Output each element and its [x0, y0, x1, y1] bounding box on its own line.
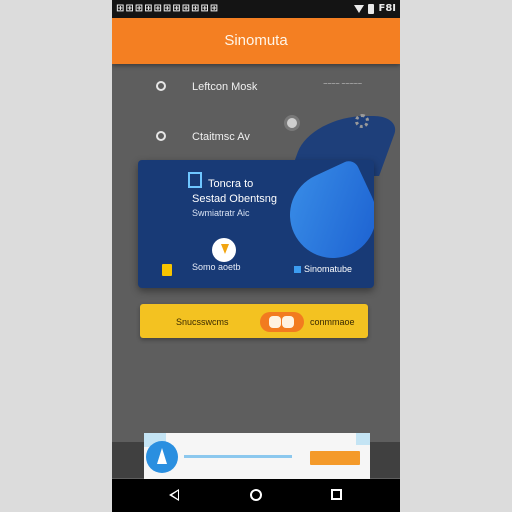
recents-icon[interactable] — [331, 489, 342, 500]
card-footer-label[interactable]: Sinomatube — [304, 264, 352, 274]
toggle-left-label: Snucsswcms — [176, 317, 229, 327]
card-title: Toncra to — [208, 178, 254, 190]
battery-icon — [368, 3, 375, 14]
lightning-icon — [221, 244, 229, 254]
app-bar: Sinomuta — [112, 18, 400, 64]
phone-screen: ⊞⊞⊞⊞⊞⊞⊞⊞⊞⊞⊞ F8I Sinomuta Leftcon Mosk ~~… — [112, 0, 400, 512]
status-icons: F8I — [354, 3, 396, 14]
ad-text-line — [184, 455, 292, 458]
list-item-1-label: Leftcon Mosk — [192, 81, 258, 93]
eye-icon — [156, 131, 166, 141]
card-action-label[interactable]: Somo aoetb — [192, 262, 241, 272]
status-bar: ⊞⊞⊞⊞⊞⊞⊞⊞⊞⊞⊞ F8I — [112, 0, 400, 18]
list-item-2-label: Ctaitmsc Av — [192, 131, 250, 143]
battery-label: F8I — [378, 3, 396, 14]
list-item-1[interactable]: Leftcon Mosk ~~~~ ~~~~~ — [152, 78, 392, 98]
ad-banner[interactable] — [144, 433, 370, 479]
toggle-knob-right — [282, 316, 294, 328]
card-subtitle: Sestad Obentsng — [192, 193, 278, 205]
ad-cta-button[interactable] — [310, 451, 360, 465]
gear-icon[interactable] — [355, 114, 369, 128]
lightning-button[interactable] — [212, 238, 236, 262]
sun-icon — [287, 118, 297, 128]
back-icon[interactable] — [169, 489, 179, 501]
list-item-2[interactable]: Ctaitmsc Av — [152, 128, 392, 148]
settings-icon — [156, 81, 166, 91]
navigation-bar — [112, 479, 400, 512]
wifi-icon — [354, 4, 365, 13]
toggle-bar: Snucsswcms conmmaoe — [140, 304, 368, 338]
ad-logo-icon — [157, 448, 167, 464]
app-title: Sinomuta — [224, 32, 288, 49]
ad-info-icon[interactable] — [356, 433, 370, 445]
toggle-switch[interactable] — [260, 312, 304, 332]
ad-app-icon — [146, 441, 178, 473]
card-badge-icon — [162, 264, 172, 276]
list-item-1-note: ~~~~ ~~~~~ — [323, 81, 362, 88]
card-graphic — [275, 160, 374, 273]
card-logo-icon — [188, 172, 202, 188]
home-icon[interactable] — [250, 489, 262, 501]
notification-icons: ⊞⊞⊞⊞⊞⊞⊞⊞⊞⊞⊞ — [116, 3, 220, 14]
card-footer-icon — [294, 266, 301, 273]
toggle-right-label: conmmaoe — [310, 317, 355, 327]
card-caption: Swmiatratr Aic — [192, 208, 250, 218]
feature-card[interactable]: Toncra to Sestad Obentsng Swmiatratr Aic… — [138, 160, 374, 288]
toggle-knob-left — [269, 316, 281, 328]
